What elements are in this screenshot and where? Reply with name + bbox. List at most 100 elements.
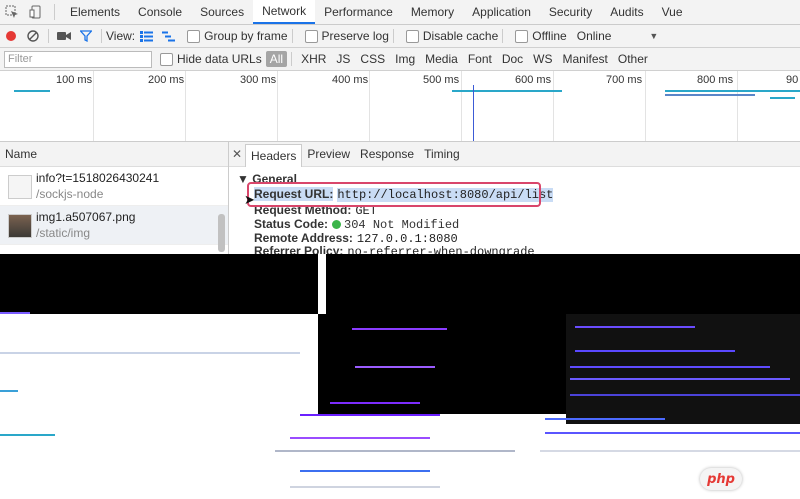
tab-audits[interactable]: Audits [601, 0, 652, 24]
tab-elements[interactable]: Elements [61, 0, 129, 24]
tab-timing[interactable]: Timing [419, 147, 465, 161]
filter-type-other[interactable]: Other [613, 52, 653, 66]
header-key: Remote Address: [254, 231, 353, 245]
request-row[interactable]: img1.a507067.png /static/img [0, 206, 228, 245]
tab-security[interactable]: Security [540, 0, 601, 24]
timeline-overview[interactable]: 100 ms 200 ms 300 ms 400 ms 500 ms 600 m… [0, 71, 800, 142]
request-path: /sockjs-node [36, 187, 104, 201]
view-label: View: [106, 29, 136, 43]
timeline-tick-label: 800 ms [697, 74, 734, 86]
chevron-down-icon[interactable]: ▼ [649, 31, 658, 41]
glitch-line [355, 366, 435, 368]
filter-type-js[interactable]: JS [331, 52, 355, 66]
tab-response[interactable]: Response [355, 147, 419, 161]
filter-type-manifest[interactable]: Manifest [558, 52, 613, 66]
timeline-tick-label: 90 [786, 74, 799, 86]
tab-console[interactable]: Console [129, 0, 191, 24]
timeline-gridline [185, 71, 186, 141]
timeline-gridline [553, 71, 554, 141]
preserve-log-checkbox[interactable] [304, 29, 318, 43]
filter-type-css[interactable]: CSS [355, 52, 390, 66]
tab-network[interactable]: Network [253, 0, 316, 24]
request-url-highlight [247, 182, 541, 207]
filter-input[interactable]: Filter [4, 50, 152, 68]
throttling-select[interactable]: Online [577, 29, 612, 43]
timeline-tick-label: 700 ms [606, 74, 643, 86]
request-row[interactable]: info?t=1518026430241 /sockjs-node [0, 167, 228, 206]
device-toolbar-icon[interactable] [24, 0, 48, 24]
tab-performance[interactable]: Performance [315, 0, 402, 24]
timeline-tick-label: 500 ms [423, 74, 460, 86]
filter-type-doc[interactable]: Doc [497, 52, 528, 66]
request-list: Name info?t=1518026430241 /sockjs-node i… [0, 142, 229, 254]
timeline-gridline [93, 71, 94, 141]
glitch-line [300, 414, 440, 416]
glitch-line [570, 378, 790, 380]
record-icon[interactable] [0, 25, 22, 47]
clear-icon[interactable] [22, 25, 44, 47]
timeline-tick-label: 100 ms [56, 74, 93, 86]
document-file-icon [8, 175, 32, 199]
request-list-scrollbar[interactable] [218, 214, 225, 252]
detail-tabs: ✕ Headers Preview Response Timing [229, 142, 800, 167]
timeline-tick-label: 600 ms [515, 74, 552, 86]
disable-cache-label: Disable cache [422, 29, 499, 43]
tab-memory[interactable]: Memory [402, 0, 463, 24]
request-name: info?t=1518026430241 [36, 171, 160, 185]
glitch-line [352, 328, 447, 330]
offline-label: Offline [532, 29, 567, 43]
disable-cache-checkbox[interactable] [405, 29, 419, 43]
timeline-tick-label: 300 ms [240, 74, 277, 86]
corrupted-image-region [0, 254, 800, 499]
toolbar-separator [101, 29, 102, 43]
glitch-line [570, 366, 770, 368]
filter-type-font[interactable]: Font [463, 52, 497, 66]
header-row: Status Code: 304 Not Modified [254, 217, 459, 232]
glitch-line [0, 312, 30, 314]
glitch-line [0, 352, 300, 354]
name-column-header[interactable]: Name [0, 142, 228, 167]
tab-sources[interactable]: Sources [191, 0, 253, 24]
preserve-log-label: Preserve log [321, 29, 389, 43]
tab-vue[interactable]: Vue [653, 0, 692, 24]
filter-type-ws[interactable]: WS [528, 52, 557, 66]
waterfall-overview-icon[interactable] [157, 25, 179, 47]
glitch-line [330, 402, 420, 404]
glitch-line [575, 326, 695, 328]
timeline-request-bar [14, 90, 50, 92]
filter-type-media[interactable]: Media [420, 52, 463, 66]
timeline-tick-label: 400 ms [332, 74, 369, 86]
filter-type-all[interactable]: All [265, 51, 288, 67]
hide-data-urls-label: Hide data URLs [177, 52, 262, 66]
hide-data-urls-checkbox[interactable] [160, 52, 173, 66]
toolbar-separator [48, 29, 49, 43]
tab-application[interactable]: Application [463, 0, 540, 24]
status-code-value: 304 Not Modified [344, 218, 460, 232]
offline-checkbox[interactable] [515, 29, 529, 43]
filter-type-img[interactable]: Img [390, 52, 420, 66]
group-by-frame-checkbox[interactable] [187, 29, 201, 43]
timeline-request-bar [665, 94, 755, 96]
inspect-element-icon[interactable] [0, 0, 24, 24]
request-path: /static/img [36, 226, 91, 240]
timeline-gridline [369, 71, 370, 141]
timeline-gridline [461, 71, 462, 141]
close-icon[interactable]: ✕ [229, 147, 245, 161]
glitch-line [290, 437, 430, 439]
image-thumbnail-icon [8, 214, 32, 238]
tab-headers[interactable]: Headers [245, 143, 303, 167]
glitch-line [275, 450, 515, 452]
filter-icon[interactable] [75, 25, 97, 47]
glitch-line [0, 434, 55, 436]
php-watermark-logo: php [700, 468, 742, 490]
timeline-gridline [645, 71, 646, 141]
toolbar-separator [392, 29, 394, 43]
tab-preview[interactable]: Preview [302, 147, 355, 161]
filter-bar: Filter Hide data URLs All XHR JS CSS Img… [0, 48, 800, 71]
dom-content-loaded-marker [473, 85, 474, 141]
filter-type-xhr[interactable]: XHR [296, 52, 331, 66]
capture-screenshots-icon[interactable] [53, 25, 75, 47]
large-rows-icon[interactable] [135, 25, 157, 47]
glitch-line [290, 486, 440, 488]
timeline-request-bar [452, 90, 562, 92]
